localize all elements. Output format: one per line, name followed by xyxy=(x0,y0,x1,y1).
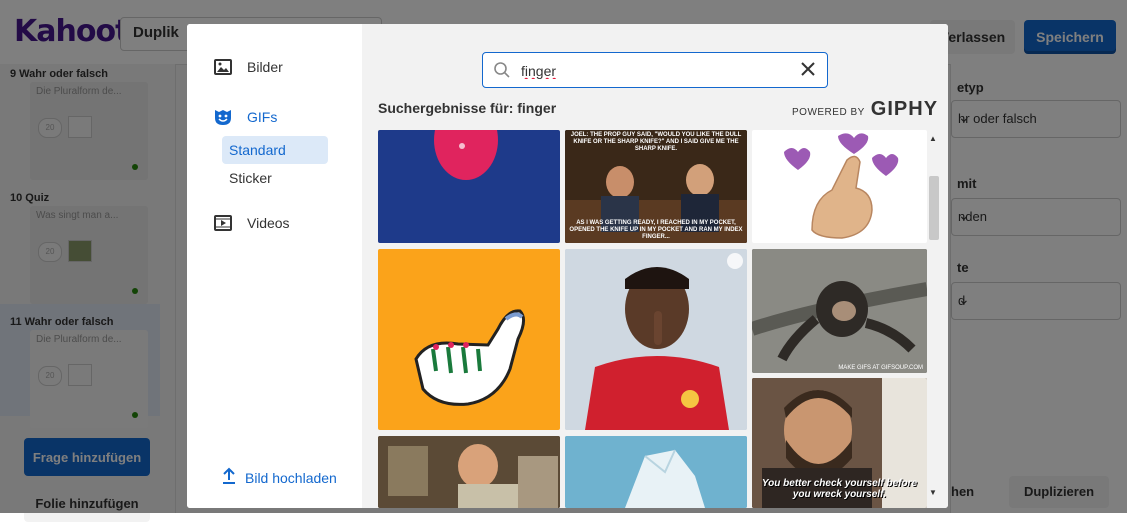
media-picker-dialog: Bilder GIFs Standard Sticker Videos Bild… xyxy=(187,24,948,508)
nav-standard[interactable]: Standard xyxy=(222,136,328,164)
upload-icon xyxy=(221,467,237,488)
gif-result-item[interactable] xyxy=(752,130,927,243)
gif-results-grid: JOEL: THE PROP GUY SAID, "WOULD YOU LIKE… xyxy=(362,130,948,508)
nav-videos[interactable]: Videos xyxy=(213,213,290,233)
gif-chimp-image xyxy=(752,249,927,373)
giphy-attribution: POWERED BY GIPHY xyxy=(792,98,938,121)
giphy-logo: GIPHY xyxy=(870,98,939,120)
gif-watermark: MAKE GIFS AT GIFSOUP.COM xyxy=(838,365,923,371)
gif-search-input[interactable] xyxy=(519,59,783,83)
nav-gifs-label: GIFs xyxy=(247,109,278,125)
scroll-up-arrow-icon[interactable]: ▲ xyxy=(929,134,937,143)
gif-top-caption: JOEL: THE PROP GUY SAID, "WOULD YOU LIKE… xyxy=(570,132,742,152)
gif-result-item[interactable] xyxy=(565,249,747,430)
nav-gifs[interactable]: GIFs xyxy=(213,107,277,127)
scrollbar-thumb[interactable] xyxy=(929,176,939,240)
media-results-pane: Suchergebnisse für: finger POWERED BY GI… xyxy=(362,24,948,508)
gif-finger-heart-image xyxy=(784,133,899,239)
nav-videos-label: Videos xyxy=(247,215,290,231)
gif-result-item[interactable] xyxy=(565,436,747,508)
gif-result-item[interactable] xyxy=(378,130,560,243)
gif-face-icon xyxy=(213,107,233,127)
scroll-down-arrow-icon[interactable]: ▼ xyxy=(929,488,937,497)
image-icon xyxy=(213,57,233,77)
clear-search-icon[interactable] xyxy=(799,60,817,83)
gif-hand-sign-image xyxy=(414,309,525,406)
video-icon xyxy=(213,213,233,233)
gif-result-item[interactable]: MAKE GIFS AT GIFSOUP.COM xyxy=(752,249,927,373)
upload-image-button[interactable]: Bild hochladen xyxy=(221,467,337,488)
gif-search-box[interactable] xyxy=(482,52,828,88)
gif-bottom-caption: AS I WAS GETTING READY, I REACHED IN MY … xyxy=(569,220,743,240)
gif-result-item[interactable] xyxy=(378,436,560,508)
nav-sticker[interactable]: Sticker xyxy=(222,164,328,192)
gif-ice-image xyxy=(565,436,747,508)
gif-result-item[interactable] xyxy=(378,249,560,430)
powered-by-text: POWERED BY xyxy=(792,107,865,118)
gif-red-hand-image xyxy=(434,130,498,180)
media-nav: Bilder GIFs Standard Sticker Videos Bild… xyxy=(187,24,362,508)
upload-label: Bild hochladen xyxy=(245,469,337,486)
gif-result-item[interactable]: JOEL: THE PROP GUY SAID, "WOULD YOU LIKE… xyxy=(565,130,747,243)
gif-bedroom-image xyxy=(378,436,560,508)
gif-caption: You better check yourself before you wre… xyxy=(761,478,918,500)
nav-images[interactable]: Bilder xyxy=(213,57,283,77)
gif-result-item[interactable]: You better check yourself before you wre… xyxy=(752,378,927,508)
gif-footballer-image xyxy=(565,249,747,430)
results-heading: Suchergebnisse für: finger xyxy=(378,100,557,116)
search-icon xyxy=(493,61,511,84)
nav-images-label: Bilder xyxy=(247,59,283,75)
